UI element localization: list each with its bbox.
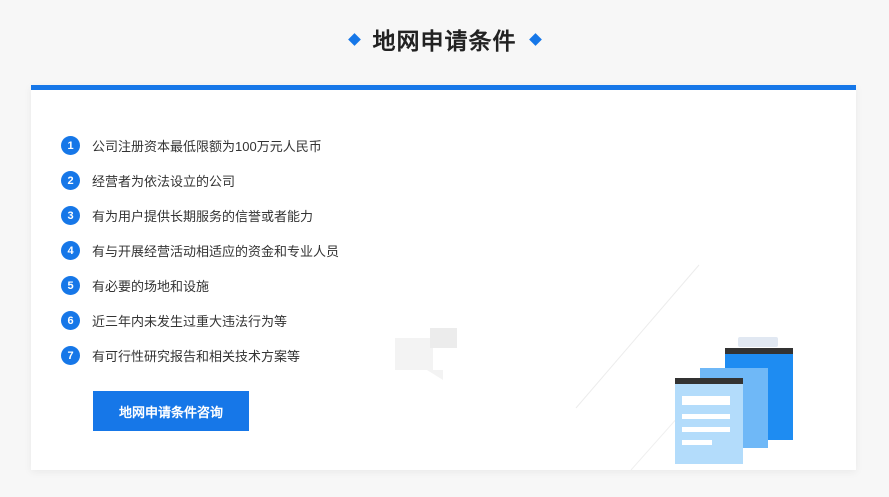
section-header: 地网申请条件 [0,22,889,56]
page: 地网申请条件 1 公司注册资本最低限额为100万元人民币 2 经营者为依法设立的… [0,0,889,497]
section-title: 地网申请条件 [372,28,517,54]
consult-button[interactable]: 地网申请条件咨询 [93,391,249,431]
diamond-icon [347,32,361,46]
list-item: 1 公司注册资本最低限额为100万元人民币 [61,128,339,163]
condition-text: 经营者为依法设立的公司 [92,174,236,189]
list-item: 4 有与开展经营活动相适应的资金和专业人员 [61,233,339,268]
mail-icon [395,328,457,380]
number-badge: 5 [61,276,80,295]
number-badge: 2 [61,171,80,190]
condition-text: 有可行性研究报告和相关技术方案等 [92,349,301,364]
documents-icon [675,337,793,464]
condition-text: 有与开展经营活动相适应的资金和专业人员 [92,244,340,259]
list-item: 7 有可行性研究报告和相关技术方案等 [61,338,339,373]
number-badge: 7 [61,346,80,365]
list-item: 6 近三年内未发生过重大违法行为等 [61,303,339,338]
number-badge: 1 [61,136,80,155]
number-badge: 3 [61,206,80,225]
list-item: 5 有必要的场地和设施 [61,268,339,303]
list-item: 3 有为用户提供长期服务的信誉或者能力 [61,198,339,233]
number-badge: 4 [61,241,80,260]
condition-text: 近三年内未发生过重大违法行为等 [92,314,288,329]
condition-text: 有必要的场地和设施 [92,279,210,294]
conditions-list: 1 公司注册资本最低限额为100万元人民币 2 经营者为依法设立的公司 3 有为… [61,128,339,373]
list-item: 2 经营者为依法设立的公司 [61,163,339,198]
condition-text: 公司注册资本最低限额为100万元人民币 [92,139,322,154]
condition-text: 有为用户提供长期服务的信誉或者能力 [92,209,314,224]
number-badge: 6 [61,311,80,330]
diamond-icon [528,32,542,46]
conditions-card: 1 公司注册资本最低限额为100万元人民币 2 经营者为依法设立的公司 3 有为… [31,85,856,470]
